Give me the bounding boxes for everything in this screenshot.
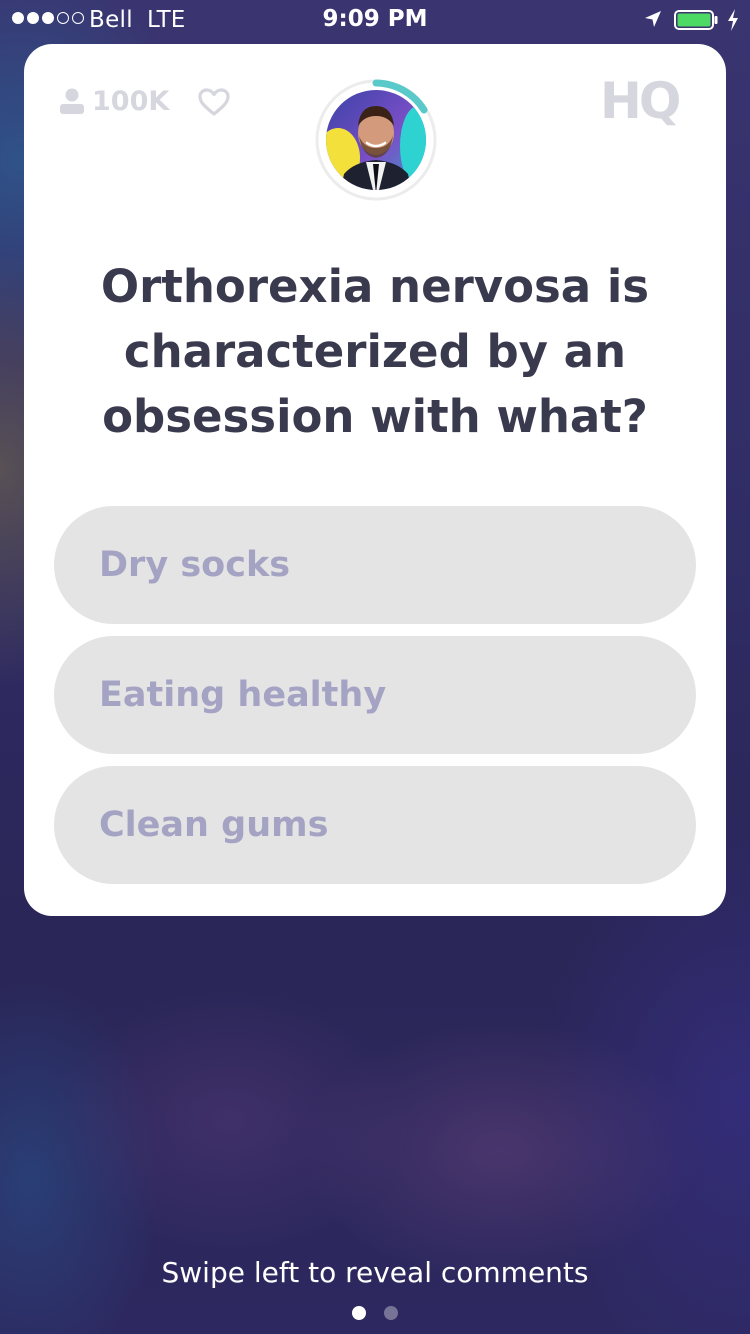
- hq-logo-text: HQ: [600, 72, 679, 128]
- viewer-count: 100K: [92, 86, 170, 117]
- question-text: Orthorexia nervosa is characterized by a…: [100, 260, 650, 443]
- answer-option-1[interactable]: Dry socks: [54, 506, 696, 624]
- answer-option-2[interactable]: Eating healthy: [54, 636, 696, 754]
- swipe-hint: Swipe left to reveal comments: [161, 1256, 589, 1289]
- answer-list: Dry socks Eating healthy Clean gums: [54, 506, 696, 896]
- question-card: 100K HQ Orthorexia nervosa is characteri…: [24, 44, 726, 916]
- page-dot-1: [352, 1306, 366, 1320]
- battery-icon: [674, 10, 718, 30]
- status-time: 9:09 PM: [322, 6, 428, 32]
- hq-logo: HQ: [600, 72, 682, 128]
- page-dot-2: [384, 1306, 398, 1320]
- heart-outline-icon[interactable]: [198, 88, 230, 116]
- charging-bolt-icon: [728, 9, 738, 31]
- page-indicator: [0, 1306, 750, 1320]
- location-arrow-icon: [645, 11, 661, 27]
- person-icon: [60, 88, 84, 114]
- status-bar: Bell LTE 9:09 PM: [0, 0, 750, 40]
- host-avatar: [315, 79, 437, 201]
- answer-option-3[interactable]: Clean gums: [54, 766, 696, 884]
